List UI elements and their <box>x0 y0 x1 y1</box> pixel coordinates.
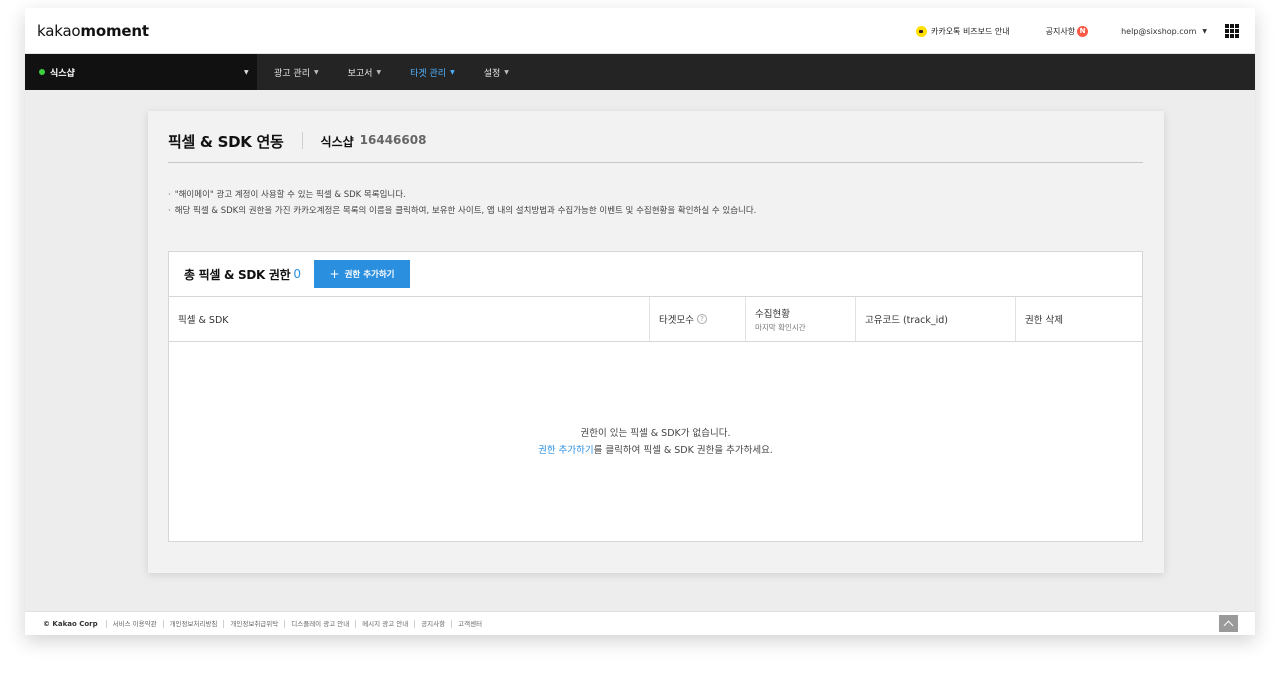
table-column-headers: 픽셀 & SDK 타겟모수 ? 수집현황 마지막 확인시간 고유코드 (trac… <box>169 297 1142 342</box>
nav-item-reports[interactable]: 보고서 ▼ <box>348 66 381 79</box>
nav-item-label: 설정 <box>483 68 501 79</box>
page-title-row: 픽셀 & SDK 연동 식스샵 16446608 <box>168 131 1143 163</box>
kakao-moment-logo[interactable]: kakaomoment <box>37 22 149 40</box>
account-name: 식스샵 <box>320 135 354 149</box>
empty-message: 권한이 있는 픽셀 & SDK가 없습니다. <box>580 427 731 439</box>
top-header: kakaomoment 카카오톡 비즈보드 안내 공지사항 N help@six… <box>25 8 1255 54</box>
description-item: 해당 픽셀 & SDK의 권한을 가진 카카오계정은 목록의 이름을 클릭하여,… <box>168 203 757 219</box>
column-delete-permission: 권한 삭제 <box>1015 297 1142 341</box>
nav-item-label: 타겟 관리 <box>410 68 447 79</box>
app-window: kakaomoment 카카오톡 비즈보드 안내 공지사항 N help@six… <box>25 8 1255 635</box>
scroll-top-button[interactable] <box>1219 615 1238 632</box>
chevron-down-icon: ▼ <box>376 68 382 76</box>
add-permission-link[interactable]: 권한 추가하기 <box>538 445 593 456</box>
column-label: 타겟모수 <box>659 315 694 326</box>
footer-link-privacy[interactable]: 개인정보처리방침 <box>162 619 224 628</box>
biz-board-label: 카카오톡 비즈보드 안내 <box>930 26 1010 36</box>
empty-hint-text: 를 클릭하여 픽셀 & SDK 권한을 추가하세요. <box>593 444 773 456</box>
nav-account-name: 식스샵 <box>50 68 75 79</box>
header-utilities: 카카오톡 비즈보드 안내 공지사항 N help@sixshop.com ▼ <box>915 8 1239 54</box>
table-title: 총 픽셀 & SDK 권한 <box>184 267 291 282</box>
notice-label: 공지사항 <box>1045 26 1076 36</box>
chevron-down-icon: ▼ <box>504 68 509 76</box>
footer-link-terms[interactable]: 서비스 이용약관 <box>105 619 163 628</box>
help-icon[interactable]: ? <box>696 314 707 324</box>
add-permission-button[interactable]: + 권한 추가하기 <box>314 260 411 288</box>
copyright: © Kakao Corp <box>43 619 98 628</box>
pixel-sdk-table-card: 총 픽셀 & SDK 권한 0 + 권한 추가하기 픽셀 & SDK 타겟모수 … <box>168 251 1143 542</box>
add-permission-label: 권한 추가하기 <box>344 270 395 280</box>
footer-link-customer-center[interactable]: 고객센터 <box>451 619 488 628</box>
ad-account-selector[interactable]: 식스샵 ▼ <box>25 54 257 90</box>
content-panel: 픽셀 & SDK 연동 식스샵 16446608 "해이메이" 광고 계정이 사… <box>148 111 1164 573</box>
footer-link-notice[interactable]: 공지사항 <box>414 619 451 628</box>
apps-grid-icon[interactable] <box>1225 24 1239 38</box>
column-collection-status: 수집현황 마지막 확인시간 <box>745 297 855 341</box>
column-label: 수집현황 <box>755 308 790 320</box>
account-menu[interactable]: help@sixshop.com ▼ <box>1121 27 1207 36</box>
title-divider <box>301 132 303 149</box>
table-header-bar: 총 픽셀 & SDK 권한 0 + 권한 추가하기 <box>169 252 1142 297</box>
plus-icon: + <box>329 267 340 281</box>
column-label: 고유코드 (track_id) <box>865 315 948 326</box>
footer-link-privacy-consignment[interactable]: 개인정보취급위탁 <box>223 619 284 628</box>
main-nav: 식스샵 ▼ 광고 관리 ▼ 보고서 ▼ 타겟 관리 ▼ 설정 ▼ <box>25 54 1255 90</box>
kakaotalk-icon <box>915 25 927 37</box>
footer: © Kakao Corp 서비스 이용약관 개인정보처리방침 개인정보취급위탁 … <box>25 611 1255 635</box>
column-sublabel: 마지막 확인시간 <box>755 322 806 332</box>
status-dot-icon <box>39 69 45 75</box>
permission-count: 0 <box>293 267 302 281</box>
description-item: "해이메이" 광고 계정이 사용할 수 있는 픽셀 & SDK 목록입니다. <box>168 187 756 203</box>
chevron-down-icon: ▼ <box>450 68 455 76</box>
nav-item-target-management[interactable]: 타겟 관리 ▼ <box>410 66 455 79</box>
nav-menu: 광고 관리 ▼ 보고서 ▼ 타겟 관리 ▼ 설정 ▼ <box>274 54 538 90</box>
biz-board-link[interactable]: 카카오톡 비즈보드 안내 <box>915 25 1010 37</box>
account-id: 16446608 <box>359 133 427 147</box>
nav-item-label: 보고서 <box>347 68 373 79</box>
column-pixel-sdk: 픽셀 & SDK <box>169 297 649 341</box>
empty-hint: 권한 추가하기를 클릭하여 픽셀 & SDK 권한을 추가하세요. <box>538 442 773 459</box>
nav-item-settings[interactable]: 설정 ▼ <box>484 66 509 79</box>
column-target-size: 타겟모수 ? <box>649 297 745 341</box>
new-badge: N <box>1077 25 1089 37</box>
notice-link[interactable]: 공지사항 N <box>1045 25 1089 37</box>
column-label: 권한 삭제 <box>1025 315 1063 326</box>
description-list: "해이메이" 광고 계정이 사용할 수 있는 픽셀 & SDK 목록입니다. 해… <box>168 187 757 219</box>
footer-link-message-ad[interactable]: 메시지 광고 안내 <box>355 619 414 628</box>
page-title: 픽셀 & SDK 연동 <box>168 133 284 151</box>
chevron-down-icon: ▼ <box>244 68 249 76</box>
footer-link-display-ad[interactable]: 디스플레이 광고 안내 <box>284 619 355 628</box>
account-email: help@sixshop.com <box>1121 26 1197 36</box>
nav-item-label: 광고 관리 <box>274 68 310 79</box>
column-label: 픽셀 & SDK <box>178 315 229 326</box>
column-track-id: 고유코드 (track_id) <box>855 297 1015 341</box>
chevron-down-icon: ▼ <box>313 68 319 76</box>
nav-item-ad-management[interactable]: 광고 관리 ▼ <box>274 66 319 79</box>
empty-state: 권한이 있는 픽셀 & SDK가 없습니다. 권한 추가하기를 클릭하여 픽셀 … <box>169 342 1142 541</box>
chevron-down-icon: ▼ <box>1202 27 1207 35</box>
